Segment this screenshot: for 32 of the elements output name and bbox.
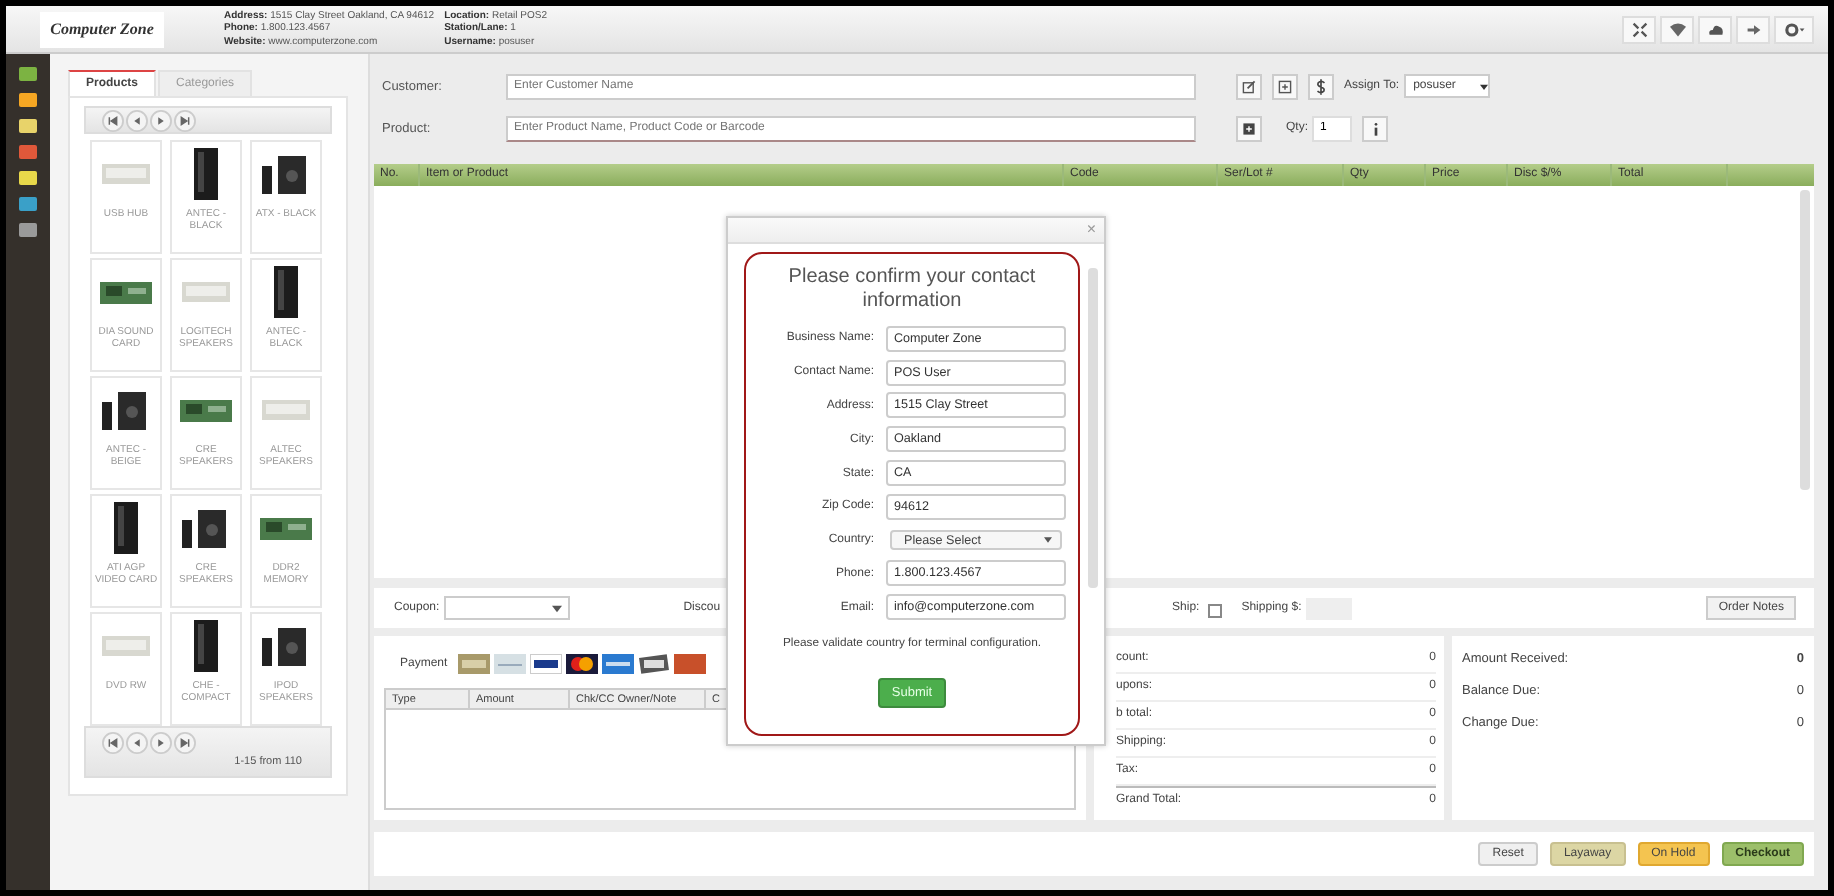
cheque-icon[interactable]	[637, 654, 670, 674]
dialog-title: Please confirm your contact information	[786, 266, 1038, 312]
caret-icon	[1044, 536, 1052, 545]
first-page-icon[interactable]	[102, 109, 124, 131]
info-icon[interactable]	[1362, 115, 1389, 141]
logo: Computer Zone	[40, 11, 164, 47]
edit-icon[interactable]	[1236, 73, 1262, 99]
cash-icon[interactable]	[457, 654, 490, 674]
previous-page-icon[interactable]	[126, 109, 148, 131]
logout-icon[interactable]	[1736, 15, 1770, 43]
previous-page-icon[interactable]	[126, 732, 148, 754]
ship-checkbox[interactable]	[1207, 603, 1222, 617]
check-icon[interactable]	[493, 654, 526, 674]
scrollbar[interactable]	[1088, 268, 1098, 588]
cloud-icon[interactable]	[1698, 15, 1732, 43]
add-icon[interactable]	[1236, 115, 1262, 141]
dollar-icon[interactable]	[1308, 73, 1334, 99]
caret-icon	[551, 603, 562, 613]
add-icon[interactable]	[1272, 73, 1298, 99]
scrollbar[interactable]	[1800, 190, 1810, 490]
credit-card-icon[interactable]	[529, 654, 562, 674]
close-button[interactable]: ×	[1086, 222, 1096, 238]
wifi-icon[interactable]	[1660, 15, 1694, 43]
settings-icon[interactable]	[1774, 15, 1814, 43]
next-page-icon[interactable]	[150, 109, 172, 131]
last-page-icon[interactable]	[174, 109, 196, 131]
fullscreen-icon[interactable]	[1622, 15, 1656, 43]
next-page-icon[interactable]	[150, 732, 172, 754]
first-page-icon[interactable]	[102, 732, 124, 754]
credit-card-icon[interactable]	[565, 654, 598, 674]
last-page-icon[interactable]	[174, 732, 196, 754]
gift-card-icon[interactable]	[673, 654, 706, 674]
